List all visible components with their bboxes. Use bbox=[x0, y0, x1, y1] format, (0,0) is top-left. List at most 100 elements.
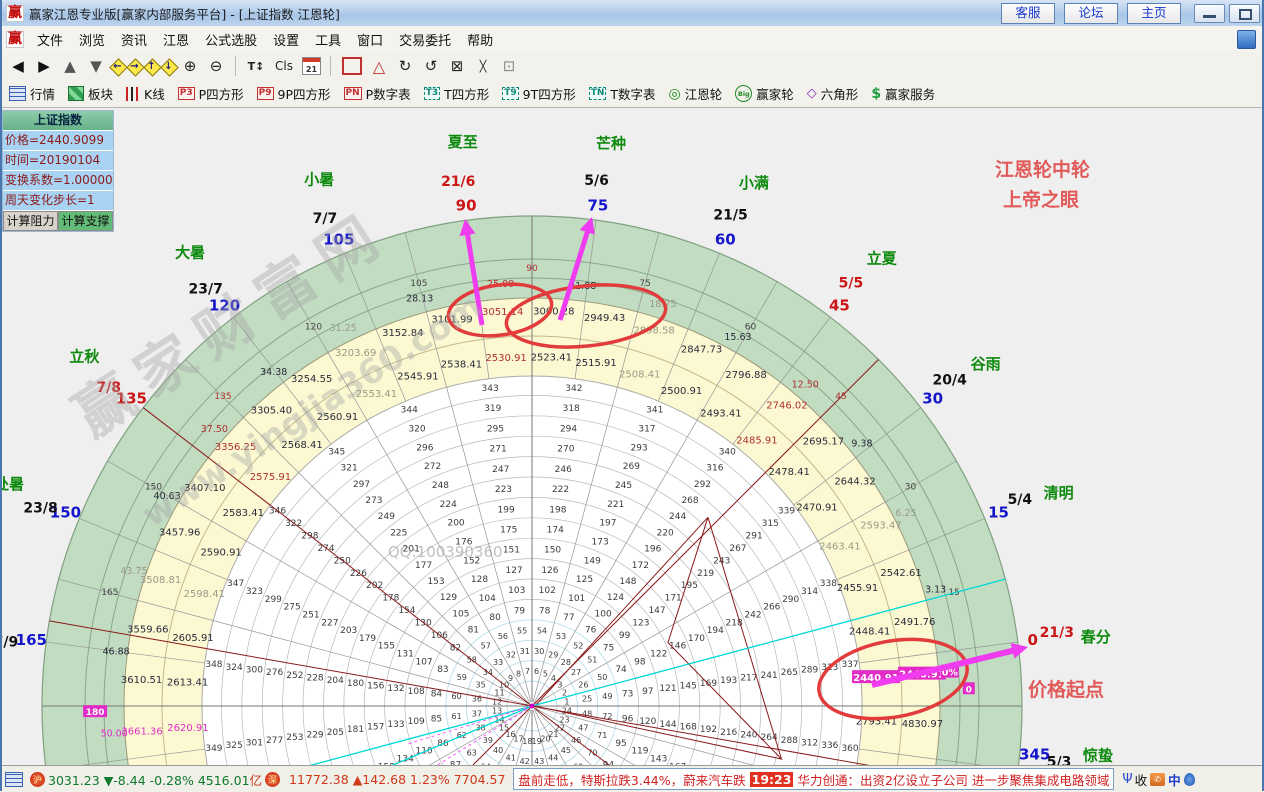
svg-text:290: 290 bbox=[782, 595, 799, 605]
scatter-cross-icon[interactable]: ╳ bbox=[471, 55, 495, 77]
calendar-icon[interactable]: 21 bbox=[302, 57, 321, 75]
peak-down-icon[interactable]: ▼ bbox=[84, 55, 108, 77]
move-right-icon[interactable]: → bbox=[127, 59, 142, 74]
toolbar-item-t-square[interactable]: T3T四方形 bbox=[424, 84, 490, 103]
menu-item-8[interactable]: 交易委托 bbox=[391, 31, 459, 52]
svg-text:21/6: 21/6 bbox=[441, 174, 475, 190]
svg-text:29: 29 bbox=[548, 651, 558, 660]
triangle-tool-icon[interactable]: △ bbox=[367, 55, 391, 77]
homepage-button[interactable]: 主页 bbox=[1127, 3, 1181, 24]
shenzhen-index[interactable]: 11772.38 ▲142.68 1.23% 7704.57 bbox=[289, 772, 505, 787]
toolbar-item-p9-square[interactable]: P99P四方形 bbox=[257, 84, 331, 103]
svg-text:97: 97 bbox=[642, 687, 653, 697]
menu-item-0[interactable]: 文件 bbox=[29, 31, 71, 52]
toolbar-item-gann-wheel[interactable]: ◎江恩轮 bbox=[669, 84, 723, 103]
toolbar-item-winner-wheel[interactable]: Big赢家轮 bbox=[735, 84, 794, 103]
menu-item-7[interactable]: 窗口 bbox=[349, 31, 391, 52]
svg-text:174: 174 bbox=[547, 526, 564, 536]
menu-item-2[interactable]: 资讯 bbox=[113, 31, 155, 52]
svg-text:7: 7 bbox=[525, 667, 530, 676]
forum-button[interactable]: 论坛 bbox=[1064, 3, 1118, 24]
svg-text:271: 271 bbox=[490, 445, 507, 455]
svg-text:春分: 春分 bbox=[1081, 628, 1111, 646]
square-tool-icon[interactable] bbox=[342, 57, 362, 75]
svg-text:294: 294 bbox=[560, 424, 577, 434]
toolbar-item-quotes[interactable]: 行情 bbox=[9, 84, 55, 103]
svg-text:32: 32 bbox=[506, 651, 516, 660]
target-icon: ◎ bbox=[669, 86, 681, 102]
rotate-cw-icon[interactable]: ↻ bbox=[393, 55, 417, 77]
svg-text:28.13: 28.13 bbox=[406, 293, 433, 304]
rotate-ccw-icon[interactable]: ↺ bbox=[419, 55, 443, 77]
news-ticker[interactable]: 盘前走低，特斯拉跌3.44%，蔚来汽车跌 19:23 华力创通：出资2亿设立子公… bbox=[513, 768, 1114, 790]
svg-text:241: 241 bbox=[761, 671, 778, 681]
svg-text:132: 132 bbox=[387, 684, 404, 694]
page-prev-icon[interactable]: ◀ bbox=[6, 55, 30, 77]
minimize-button[interactable] bbox=[1194, 4, 1225, 23]
svg-text:2542.61: 2542.61 bbox=[880, 568, 921, 579]
svg-text:2523.41: 2523.41 bbox=[531, 353, 572, 364]
svg-text:204: 204 bbox=[327, 676, 344, 686]
svg-text:90: 90 bbox=[456, 196, 477, 214]
menu-item-3[interactable]: 江恩 bbox=[155, 31, 197, 52]
toolbar-item-sectors[interactable]: 板块 bbox=[68, 84, 113, 103]
toolbar-item-t9-square[interactable]: T99T四方形 bbox=[502, 84, 576, 103]
svg-text:2491.76: 2491.76 bbox=[894, 617, 935, 628]
toolbar-item-kline[interactable]: K线 bbox=[126, 84, 165, 103]
info-row-3: 周天变化步长=1 bbox=[3, 191, 113, 211]
t-updown-icon[interactable]: T↕ bbox=[244, 55, 268, 77]
page-next-icon[interactable]: ▶ bbox=[32, 55, 56, 77]
toolbar-item-p-square[interactable]: P3P四方形 bbox=[178, 84, 244, 103]
svg-text:12.50: 12.50 bbox=[792, 379, 819, 390]
wheel-title-annotation: 江恩轮中轮 bbox=[995, 155, 1090, 182]
calc-support-button[interactable]: 计算支撑 bbox=[58, 211, 113, 231]
svg-text:228: 228 bbox=[306, 673, 323, 683]
toolbar-item-winner-service[interactable]: $赢家服务 bbox=[871, 84, 935, 103]
move-left-icon[interactable]: ← bbox=[110, 59, 125, 74]
svg-text:253: 253 bbox=[286, 733, 303, 743]
quote-grid-icon[interactable] bbox=[5, 772, 23, 787]
move-down-icon[interactable]: ↓ bbox=[161, 59, 176, 74]
menu-item-9[interactable]: 帮助 bbox=[459, 31, 501, 52]
customer-service-button[interactable]: 客服 bbox=[1001, 3, 1055, 24]
svg-text:291: 291 bbox=[746, 532, 763, 542]
menu-bar: 赢 文件浏览资讯江恩公式选股设置工具窗口交易委托帮助 bbox=[0, 26, 1264, 53]
menu-item-6[interactable]: 工具 bbox=[307, 31, 349, 52]
move-up-icon[interactable]: ↑ bbox=[144, 59, 159, 74]
box-x-icon[interactable]: ⊠ bbox=[445, 55, 469, 77]
menu-corner-icon[interactable] bbox=[1237, 30, 1256, 49]
menu-item-1[interactable]: 浏览 bbox=[71, 31, 113, 52]
calc-resistance-button[interactable]: 计算阻力 bbox=[3, 211, 58, 231]
svg-text:347: 347 bbox=[227, 579, 244, 589]
restore-button[interactable] bbox=[1229, 4, 1260, 23]
shanghai-index[interactable]: 3031.23 ▼-8.44 -0.28% 4516.01亿 bbox=[48, 770, 262, 789]
peak-up-icon[interactable]: ▲ bbox=[58, 55, 82, 77]
toolbar-item-hexagon[interactable]: ◇六角形 bbox=[807, 84, 859, 103]
app-window: 赢 赢家江恩专业版[赢家内部服务平台] - [上证指数 江恩轮] 客服 论坛 主… bbox=[0, 0, 1264, 791]
svg-text:71: 71 bbox=[597, 731, 607, 740]
menu-item-5[interactable]: 设置 bbox=[265, 31, 307, 52]
toolbar-item-t-table[interactable]: TNT数字表 bbox=[589, 84, 656, 103]
svg-text:195: 195 bbox=[681, 581, 698, 591]
svg-text:221: 221 bbox=[607, 500, 624, 510]
hotline-icon[interactable]: ✆ bbox=[1150, 773, 1165, 786]
svg-text:217: 217 bbox=[740, 673, 757, 683]
svg-text:75: 75 bbox=[639, 279, 650, 289]
svg-text:2695.17: 2695.17 bbox=[803, 436, 844, 447]
svg-text:73: 73 bbox=[622, 689, 633, 699]
status-right-cluster: Ψ 收 ✆ 中 bbox=[1120, 770, 1194, 789]
screen-icon[interactable]: ⊡ bbox=[497, 55, 521, 77]
svg-text:37: 37 bbox=[472, 709, 482, 718]
cls-button[interactable]: Cls bbox=[270, 55, 298, 77]
svg-text:8: 8 bbox=[516, 669, 521, 678]
svg-text:7/8: 7/8 bbox=[96, 380, 121, 396]
svg-text:105: 105 bbox=[410, 279, 427, 289]
menu-item-4[interactable]: 公式选股 bbox=[197, 31, 265, 52]
svg-text:大暑: 大暑 bbox=[175, 243, 205, 261]
svg-text:44: 44 bbox=[548, 753, 558, 762]
zoom-out-icon[interactable]: ⊖ bbox=[204, 55, 228, 77]
zoom-in-icon[interactable]: ⊕ bbox=[178, 55, 202, 77]
svg-text:292: 292 bbox=[694, 480, 711, 490]
svg-text:7/7: 7/7 bbox=[313, 211, 338, 227]
toolbar-item-p-table[interactable]: PNP数字表 bbox=[344, 84, 411, 103]
